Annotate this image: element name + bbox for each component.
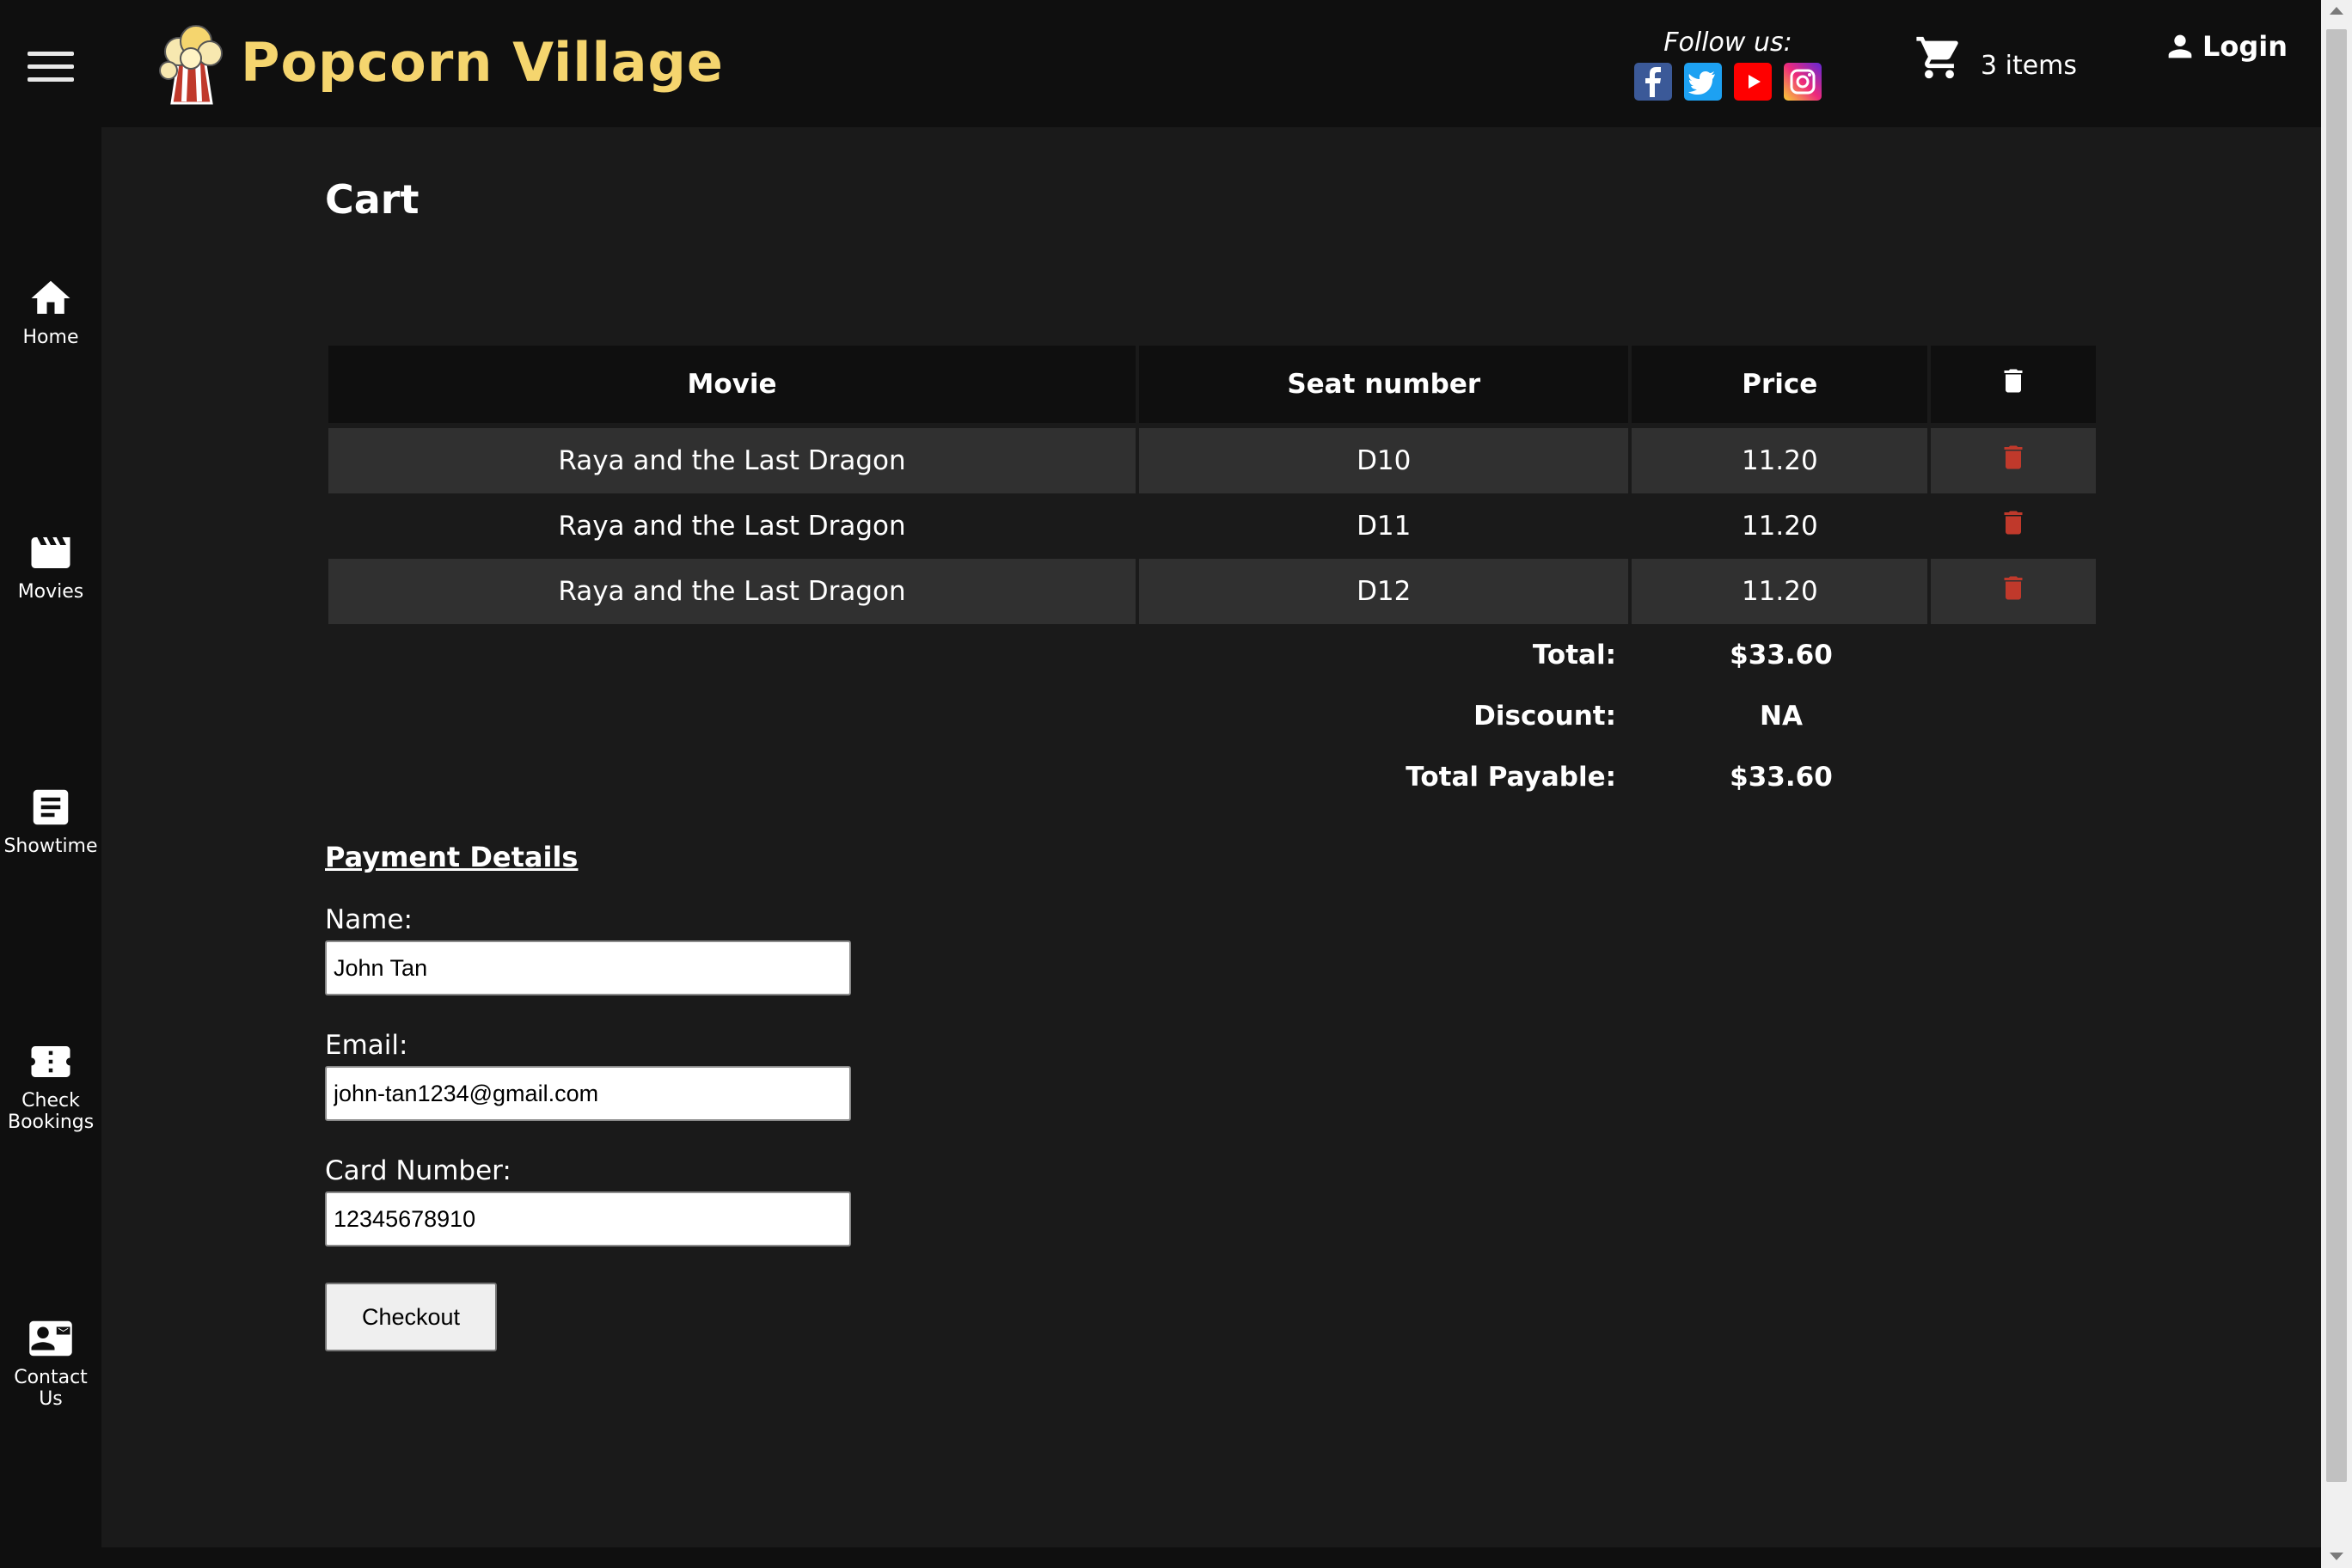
sidebar-item-label: Home	[22, 327, 79, 348]
email-label: Email:	[325, 1030, 408, 1061]
cell-delete	[1931, 428, 2096, 493]
table-row: Raya and the Last Dragon D11 11.20	[328, 493, 2096, 559]
scroll-thumb[interactable]	[2326, 29, 2347, 1482]
user-icon	[2168, 34, 2192, 58]
vertical-scrollbar[interactable]	[2321, 0, 2352, 1568]
cell-movie: Raya and the Last Dragon	[328, 493, 1136, 559]
follow-label: Follow us:	[1663, 28, 1792, 58]
email-field[interactable]	[325, 1066, 851, 1121]
contact-card-icon	[29, 1320, 72, 1357]
instagram-icon[interactable]	[1784, 63, 1822, 101]
cell-delete	[1931, 559, 2096, 624]
top-header: Popcorn Village Follow us: 3 items Login	[0, 0, 2321, 127]
ticket-icon	[31, 1046, 70, 1077]
delete-row-trash-icon[interactable]	[1998, 440, 2029, 475]
total-value: $33.60	[1730, 640, 1833, 671]
popcorn-logo-icon[interactable]	[153, 17, 230, 108]
page-title: Cart	[325, 176, 420, 223]
follow-us: Follow us:	[1633, 28, 1822, 101]
brand-title[interactable]: Popcorn Village	[241, 31, 724, 94]
cell-price: 11.20	[1632, 559, 1928, 624]
shopping-cart-icon	[1916, 36, 1958, 79]
table-row: Raya and the Last Dragon D10 11.20	[328, 428, 2096, 493]
column-header-delete	[1931, 346, 2096, 423]
total-payable-label: Total Payable:	[1406, 762, 1616, 793]
scroll-down-arrow-icon[interactable]	[2330, 1553, 2343, 1560]
home-icon	[31, 280, 70, 314]
trash-icon	[2004, 369, 2023, 393]
card-number-field[interactable]	[325, 1191, 851, 1246]
column-header-seat: Seat number	[1139, 346, 1629, 423]
sidebar-item-home[interactable]: Home	[0, 275, 101, 348]
social-links	[1633, 63, 1822, 101]
card-number-label: Card Number:	[325, 1155, 511, 1186]
youtube-icon[interactable]	[1734, 63, 1772, 101]
total-payable-value: $33.60	[1730, 762, 1833, 793]
sidebar: Home Movies Showtime Check Bookings Cont…	[0, 127, 101, 1568]
delete-row-trash-icon[interactable]	[1998, 505, 2029, 540]
cell-price: 11.20	[1632, 493, 1928, 559]
sidebar-item-label: Contact Us	[14, 1367, 88, 1410]
sidebar-item-movies[interactable]: Movies	[0, 530, 101, 603]
discount-label: Discount:	[1473, 701, 1616, 732]
cell-seat: D10	[1139, 428, 1629, 493]
sidebar-item-label: Showtime	[3, 836, 98, 857]
cart-item-count: 3 items	[1981, 51, 2078, 81]
delete-row-trash-icon[interactable]	[1998, 571, 2029, 605]
name-field[interactable]	[325, 940, 851, 995]
login-button[interactable]: Login	[2163, 29, 2288, 64]
login-label: Login	[2202, 30, 2288, 63]
total-label: Total:	[1532, 640, 1616, 671]
sidebar-item-check-bookings[interactable]: Check Bookings	[0, 1038, 101, 1133]
cart-table: Movie Seat number Price Raya and the Las…	[325, 346, 2099, 624]
table-row: Raya and the Last Dragon D12 11.20	[328, 559, 2096, 624]
cell-delete	[1931, 493, 2096, 559]
sidebar-item-contact-us[interactable]: Contact Us	[0, 1315, 101, 1410]
column-header-movie: Movie	[328, 346, 1136, 423]
scroll-up-arrow-icon[interactable]	[2330, 7, 2343, 15]
sidebar-item-showtime[interactable]: Showtime	[0, 784, 101, 857]
table-header-row: Movie Seat number Price	[328, 346, 2096, 423]
name-label: Name:	[325, 904, 413, 935]
column-header-price: Price	[1632, 346, 1928, 423]
hamburger-menu-icon[interactable]	[28, 52, 74, 83]
clapperboard-icon	[31, 537, 70, 568]
cell-seat: D11	[1139, 493, 1629, 559]
facebook-icon[interactable]	[1634, 63, 1672, 101]
sidebar-item-label: Check Bookings	[8, 1090, 95, 1133]
checkout-button[interactable]: Checkout	[325, 1283, 497, 1351]
cell-movie: Raya and the Last Dragon	[328, 559, 1136, 624]
cell-seat: D12	[1139, 559, 1629, 624]
twitter-icon[interactable]	[1684, 63, 1722, 101]
cart-button[interactable]: 3 items	[1914, 33, 2077, 83]
cell-movie: Raya and the Last Dragon	[328, 428, 1136, 493]
schedule-icon	[33, 789, 69, 825]
payment-details-title: Payment Details	[325, 841, 579, 873]
sidebar-item-label: Movies	[17, 581, 84, 603]
cell-price: 11.20	[1632, 428, 1928, 493]
discount-value: NA	[1760, 701, 1803, 732]
